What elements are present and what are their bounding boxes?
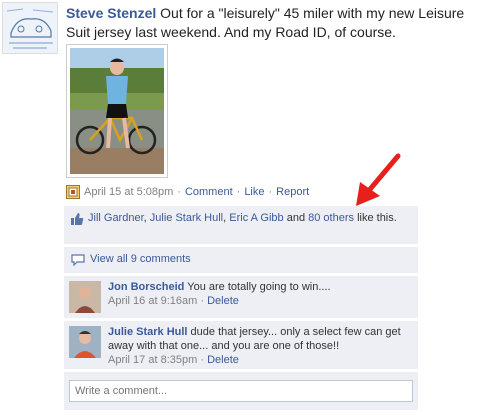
comment-text: You are totally going to win.... <box>184 281 331 293</box>
comment-author-link[interactable]: Julie Stark Hull <box>108 326 187 338</box>
liker-link[interactable]: Julie Stark Hull <box>150 212 223 224</box>
comment-timestamp: April 16 at 9:16am <box>108 295 198 307</box>
others-link[interactable]: 80 others <box>308 212 354 224</box>
comment-item: Jon Borscheid You are totally going to w… <box>64 276 418 318</box>
separator: · <box>177 186 181 198</box>
comment-timestamp: April 17 at 8:35pm <box>108 354 198 366</box>
like-link[interactable]: Like <box>244 186 264 198</box>
post-timestamp[interactable]: April 15 at 5:08pm <box>84 186 173 198</box>
comment-item: Julie Stark Hull dude that jersey... onl… <box>64 321 418 369</box>
and-text: and <box>283 212 309 224</box>
post-text: Steve Stenzel Out for a "leisurely" 45 m… <box>66 4 471 42</box>
report-link[interactable]: Report <box>276 186 309 198</box>
liker-link[interactable]: Eric A Gibb <box>229 212 283 224</box>
write-comment-box <box>64 372 418 410</box>
red-arrow-annotation <box>356 153 401 206</box>
view-all-comments-box: View all 9 comments <box>64 247 418 273</box>
comment-link[interactable]: Comment <box>185 186 233 198</box>
comment-body: Julie Stark Hull dude that jersey... onl… <box>108 325 414 367</box>
author-avatar[interactable] <box>2 2 58 54</box>
commenter-avatar[interactable] <box>69 326 101 358</box>
delete-comment-link[interactable]: Delete <box>207 354 239 366</box>
comment-bubble-icon <box>71 254 85 266</box>
delete-comment-link[interactable]: Delete <box>207 295 239 307</box>
write-comment-input[interactable] <box>69 380 413 402</box>
commenter-avatar[interactable] <box>69 281 101 313</box>
cyclist-photo <box>70 48 164 174</box>
likes-box: Jill Gardner, Julie Stark Hull, Eric A G… <box>64 206 418 244</box>
likes-text: Jill Gardner, Julie Stark Hull, Eric A G… <box>88 211 414 226</box>
app-icon <box>66 185 80 199</box>
likes-suffix: like this. <box>354 212 397 224</box>
post-meta-row: April 15 at 5:08pm · Comment · Like · Re… <box>66 185 309 199</box>
separator: · <box>200 295 205 307</box>
liker-link[interactable]: Jill Gardner <box>88 212 144 224</box>
post-photo[interactable] <box>66 44 168 178</box>
separator: · <box>236 186 241 198</box>
separator: · <box>200 354 205 366</box>
view-all-comments-link[interactable]: View all 9 comments <box>90 253 191 265</box>
separator: · <box>268 186 273 198</box>
post-author-link[interactable]: Steve Stenzel <box>66 5 156 21</box>
sketch-avatar-image <box>3 3 57 53</box>
thumbs-up-icon <box>71 213 84 225</box>
comment-body: Jon Borscheid You are totally going to w… <box>108 280 414 308</box>
comment-author-link[interactable]: Jon Borscheid <box>108 281 184 293</box>
